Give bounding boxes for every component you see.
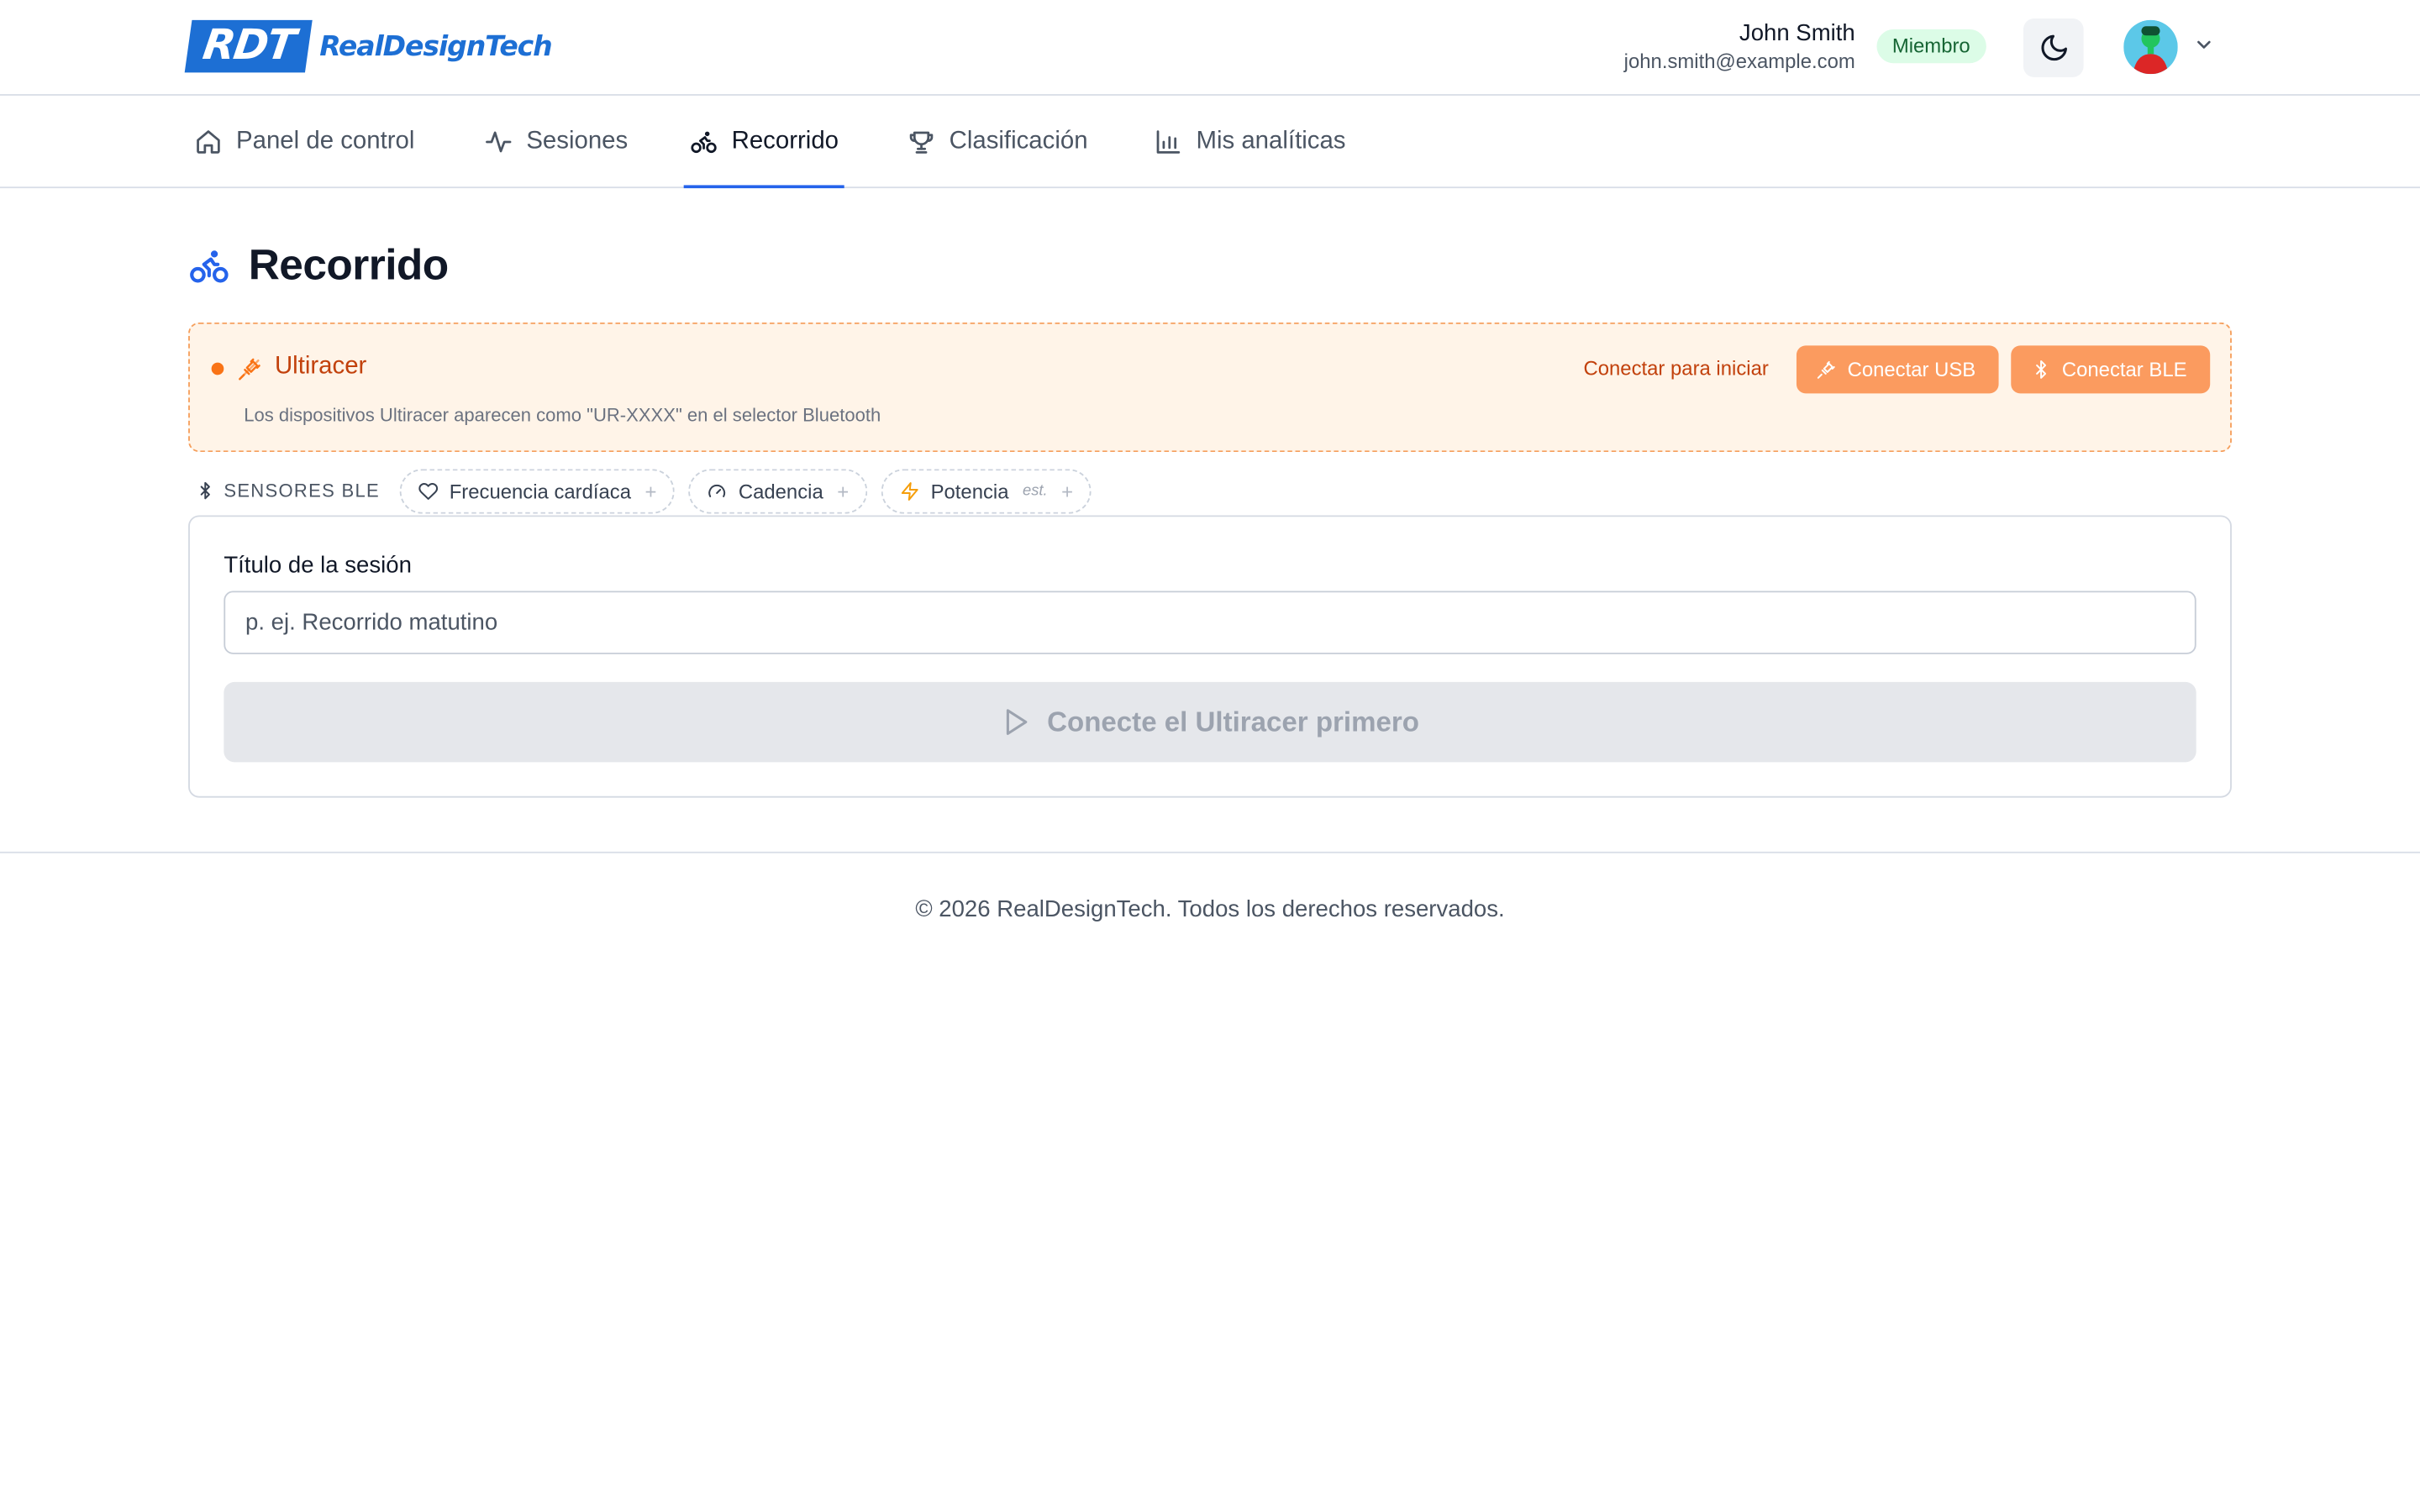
bluetooth-icon — [200, 481, 210, 500]
ble-sensors-row: SENSORES BLE Frecuencia cardíaca + Caden… — [188, 468, 1106, 514]
nav-item-label: Mis analíticas — [1196, 127, 1346, 154]
theme-toggle-button[interactable] — [2023, 18, 2084, 77]
device-hint: Los dispositivos Ultiracer aparecen como… — [244, 404, 881, 426]
session-form-card: Título de la sesión Conecte el Ultiracer… — [188, 515, 2232, 798]
moon-icon — [2040, 34, 2067, 61]
brand-logo[interactable]: RDT RealDesignTech — [184, 19, 553, 73]
nav-item-sessions[interactable]: Sesiones — [478, 96, 634, 186]
top-bar: RDT RealDesignTech John Smith john.smith… — [0, 0, 2420, 96]
trophy-icon — [909, 130, 934, 153]
gauge-icon — [709, 484, 726, 497]
nav-item-dashboard[interactable]: Panel de control — [188, 96, 421, 186]
user-info: John Smith john.smith@example.com — [1624, 18, 1855, 76]
nav-item-analytics[interactable]: Mis analíticas — [1149, 96, 1352, 186]
nav-item-label: Sesiones — [526, 127, 629, 154]
add-sensor-icon: + — [837, 479, 850, 502]
footer-copyright: © 2026 RealDesignTech. Todos los derecho… — [915, 896, 1505, 923]
plug-off-icon — [239, 358, 260, 381]
page-header: Recorrido — [188, 241, 449, 291]
connect-usb-button[interactable]: Conectar USB — [1796, 345, 1999, 394]
sensor-chip-label: Frecuencia cardíaca — [449, 479, 632, 502]
nav-item-ride[interactable]: Recorrido — [683, 96, 846, 189]
nav-item-label: Clasificación — [949, 127, 1088, 154]
nav-item-label: Panel de control — [236, 127, 415, 154]
heart-icon — [418, 482, 439, 500]
user-email: john.smith@example.com — [1623, 49, 1855, 73]
nav-item-label: Recorrido — [731, 127, 839, 154]
connect-usb-label: Conectar USB — [1847, 358, 1976, 381]
bar-chart-icon — [1156, 129, 1181, 153]
home-icon — [197, 129, 220, 153]
main-nav: Panel de control Sesiones Recorrido Clas… — [0, 96, 2420, 189]
zap-icon — [901, 481, 918, 501]
device-name: Ultiracer — [274, 353, 367, 380]
play-icon — [1007, 709, 1028, 735]
start-session-label: Conecte el Ultiracer primero — [1047, 706, 1419, 738]
bluetooth-icon — [2036, 360, 2047, 379]
brand-name: RealDesignTech — [319, 29, 553, 63]
add-sensor-icon: + — [644, 479, 657, 502]
chevron-down-icon[interactable] — [2193, 34, 2215, 55]
add-sensor-icon: + — [1061, 479, 1074, 502]
connect-ble-button[interactable]: Conectar BLE — [2011, 345, 2211, 394]
app-window: RDT RealDesignTech John Smith john.smith… — [0, 0, 2420, 1512]
sensor-chip-label: Cadencia — [738, 479, 823, 502]
sensor-chip-heart-rate[interactable]: Frecuencia cardíaca + — [399, 468, 676, 513]
user-name: John Smith — [1739, 19, 1855, 47]
connection-status-text: Conectar para iniciar — [1583, 356, 1769, 380]
role-badge: Miembro — [1876, 29, 1986, 64]
avatar[interactable] — [2123, 19, 2178, 75]
sensor-chip-label: Potencia — [930, 479, 1009, 502]
brand-mark: RDT — [184, 19, 313, 73]
connection-status-dot — [211, 362, 224, 375]
footer: © 2026 RealDesignTech. Todos los derecho… — [0, 851, 2420, 975]
device-connect-card: Ultiracer Los dispositivos Ultiracer apa… — [188, 322, 2232, 453]
activity-icon — [486, 130, 512, 152]
bike-icon — [190, 249, 229, 282]
nav-item-leaderboard[interactable]: Clasificación — [902, 96, 1094, 186]
estimated-tag: est. — [1023, 481, 1048, 500]
bike-icon — [691, 130, 717, 153]
session-title-label: Título de la sesión — [224, 552, 412, 579]
sensor-chip-power[interactable]: Potencia est. + — [881, 468, 1092, 513]
sensor-chip-cadence[interactable]: Cadencia + — [689, 468, 868, 513]
page-title: Recorrido — [248, 240, 450, 289]
avatar-icon — [2123, 19, 2178, 75]
ble-sensors-title: SENSORES BLE — [224, 480, 381, 501]
start-session-button[interactable]: Conecte el Ultiracer primero — [224, 681, 2196, 763]
plug-icon — [1817, 360, 1835, 379]
connect-ble-label: Conectar BLE — [2061, 358, 2187, 381]
ble-sensors-label: SENSORES BLE — [196, 480, 380, 501]
session-title-input[interactable] — [224, 591, 2196, 654]
